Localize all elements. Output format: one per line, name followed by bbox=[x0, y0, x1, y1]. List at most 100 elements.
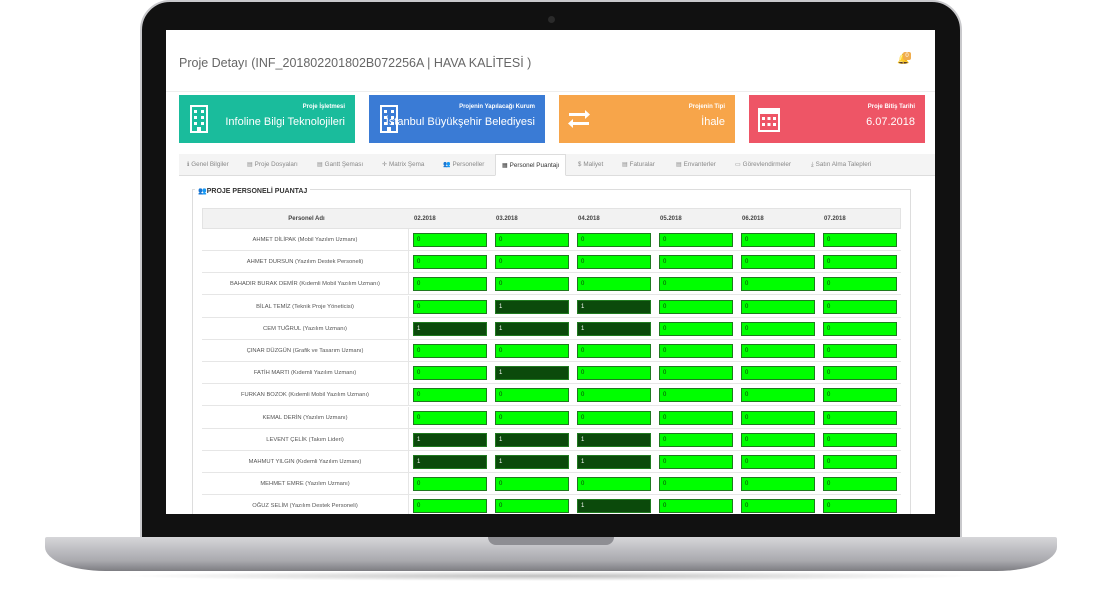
puantaj-cell[interactable]: 1 bbox=[495, 455, 569, 469]
puantaj-cell[interactable]: 0 bbox=[823, 366, 897, 381]
puantaj-cell[interactable]: 0 bbox=[413, 255, 487, 270]
puantaj-cell[interactable]: 0 bbox=[741, 233, 815, 247]
puantaj-cell[interactable]: 0 bbox=[413, 477, 487, 492]
tab-matrix-sema[interactable]: ✛ Matrix Şema bbox=[382, 154, 424, 176]
puantaj-cell[interactable]: 0 bbox=[741, 321, 815, 336]
puantaj-cell[interactable]: 0 bbox=[823, 455, 897, 469]
puantaj-cell[interactable]: 0 bbox=[577, 277, 651, 292]
puantaj-cell[interactable]: 1 bbox=[495, 321, 569, 336]
puantaj-cell[interactable]: 1 bbox=[577, 321, 651, 336]
file-icon: ▤ bbox=[247, 162, 253, 168]
puantaj-cell[interactable]: 0 bbox=[577, 477, 651, 492]
puantaj-cell[interactable]: 0 bbox=[659, 499, 733, 514]
exchange-icon bbox=[568, 110, 590, 128]
puantaj-cell[interactable]: 0 bbox=[823, 432, 897, 447]
tab-gorevlendirmeler[interactable]: ▭ Görevlendirmeler bbox=[735, 154, 791, 176]
table-row: MEHMET EMRE (Yazılım Uzmanı) 0 0 0 0 0 0 bbox=[202, 473, 901, 496]
puantaj-cell[interactable]: 1 bbox=[495, 432, 569, 447]
puantaj-cell[interactable]: 0 bbox=[495, 277, 569, 292]
puantaj-cell[interactable]: 0 bbox=[823, 277, 897, 292]
puantaj-cell[interactable]: 0 bbox=[659, 277, 733, 292]
tab-proje-dosyalari[interactable]: ▤ Proje Dosyaları bbox=[247, 154, 298, 176]
tab-faturalar[interactable]: ▤ Faturalar bbox=[622, 154, 655, 176]
puantaj-cell[interactable]: 0 bbox=[741, 344, 815, 358]
puantaj-cell[interactable]: 0 bbox=[741, 410, 815, 425]
puantaj-cell[interactable]: 1 bbox=[577, 499, 651, 514]
puantaj-cell[interactable]: 0 bbox=[659, 366, 733, 381]
puantaj-cell[interactable]: 0 bbox=[659, 344, 733, 358]
puantaj-cell[interactable]: 0 bbox=[741, 388, 815, 403]
puantaj-cell[interactable]: 0 bbox=[495, 388, 569, 403]
puantaj-cell[interactable]: 0 bbox=[659, 455, 733, 469]
table-row: BİLAL TEMİZ (Teknik Proje Yöneticisi) 0 1 1… bbox=[202, 295, 901, 318]
puantaj-cell[interactable]: 0 bbox=[413, 366, 487, 381]
puantaj-cell[interactable]: 0 bbox=[659, 410, 733, 425]
puantaj-cell[interactable]: 0 bbox=[413, 233, 487, 247]
puantaj-cell[interactable]: 0 bbox=[659, 321, 733, 336]
puantaj-cell[interactable]: 0 bbox=[413, 299, 487, 314]
personnel-name: BAHADIR BURAK DEMİR (Kıdemli Mobil Yazıl… bbox=[202, 273, 409, 296]
puantaj-cell[interactable]: 0 bbox=[823, 321, 897, 336]
tab-personel-puantaji[interactable]: ▦ Personel Puantajı bbox=[495, 154, 567, 176]
puantaj-cell[interactable]: 0 bbox=[495, 233, 569, 247]
puantaj-cell[interactable]: 0 bbox=[823, 499, 897, 514]
puantaj-cell[interactable]: 0 bbox=[741, 455, 815, 469]
puantaj-cell[interactable]: 0 bbox=[495, 410, 569, 425]
puantaj-cell[interactable]: 1 bbox=[495, 366, 569, 381]
puantaj-cell[interactable]: 0 bbox=[741, 432, 815, 447]
puantaj-cell[interactable]: 0 bbox=[659, 299, 733, 314]
puantaj-cell[interactable]: 1 bbox=[577, 455, 651, 469]
puantaj-cell[interactable]: 0 bbox=[659, 432, 733, 447]
puantaj-cell[interactable]: 1 bbox=[413, 455, 487, 469]
card-label: Proje Bitiş Tarihi bbox=[867, 104, 915, 110]
puantaj-cell[interactable]: 0 bbox=[577, 255, 651, 270]
tab-label: Matrix Şema bbox=[389, 161, 425, 168]
puantaj-cell[interactable]: 0 bbox=[741, 299, 815, 314]
puantaj-cell[interactable]: 0 bbox=[823, 477, 897, 492]
puantaj-cell[interactable]: 1 bbox=[413, 321, 487, 336]
puantaj-cell[interactable]: 1 bbox=[495, 299, 569, 314]
tab-envanterler[interactable]: ▤ Envanterler bbox=[676, 154, 716, 176]
puantaj-cell[interactable]: 0 bbox=[413, 388, 487, 403]
puantaj-cell[interactable]: 0 bbox=[577, 344, 651, 358]
puantaj-cell[interactable]: 0 bbox=[659, 388, 733, 403]
puantaj-cell[interactable]: 0 bbox=[495, 255, 569, 270]
puantaj-cell[interactable]: 0 bbox=[577, 366, 651, 381]
puantaj-cell[interactable]: 0 bbox=[823, 233, 897, 247]
puantaj-cell[interactable]: 0 bbox=[577, 410, 651, 425]
puantaj-cell[interactable]: 0 bbox=[495, 477, 569, 492]
puantaj-cell[interactable]: 0 bbox=[823, 255, 897, 270]
tab-genel-bilgiler[interactable]: ℹ Genel Bilgiler bbox=[187, 154, 229, 176]
puantaj-cell[interactable]: 0 bbox=[741, 499, 815, 514]
tab-gantt-semasi[interactable]: ▤ Gantt Şeması bbox=[317, 154, 363, 176]
puantaj-cell[interactable]: 0 bbox=[413, 499, 487, 514]
puantaj-cell[interactable]: 0 bbox=[577, 388, 651, 403]
puantaj-cell[interactable]: 1 bbox=[577, 432, 651, 447]
puantaj-cell[interactable]: 0 bbox=[413, 277, 487, 292]
puantaj-cell[interactable]: 0 bbox=[577, 233, 651, 247]
tab-satin-alma-talepleri[interactable]: ⤓ Satın Alma Talepleri bbox=[811, 154, 871, 176]
puantaj-cell[interactable]: 0 bbox=[741, 366, 815, 381]
puantaj-cell[interactable]: 0 bbox=[495, 344, 569, 358]
puantaj-cell[interactable]: 0 bbox=[495, 499, 569, 514]
tab-personeller[interactable]: 👥 Personeller bbox=[443, 154, 484, 176]
personnel-name: ÇINAR DÜZGÜN (Grafik ve Tasarım Uzmanı) bbox=[202, 340, 409, 362]
puantaj-cell[interactable]: 0 bbox=[659, 255, 733, 270]
puantaj-cell[interactable]: 0 bbox=[413, 410, 487, 425]
puantaj-cell[interactable]: 0 bbox=[659, 477, 733, 492]
puantaj-cell[interactable]: 1 bbox=[413, 432, 487, 447]
puantaj-cell[interactable]: 0 bbox=[659, 233, 733, 247]
puantaj-cell[interactable]: 0 bbox=[823, 344, 897, 358]
puantaj-cell[interactable]: 0 bbox=[741, 255, 815, 270]
puantaj-cell[interactable]: 1 bbox=[577, 299, 651, 314]
puantaj-cell[interactable]: 0 bbox=[823, 410, 897, 425]
puantaj-cell[interactable]: 0 bbox=[823, 388, 897, 403]
puantaj-cell[interactable]: 0 bbox=[741, 277, 815, 292]
puantaj-cell[interactable]: 0 bbox=[741, 477, 815, 492]
card-value: İhale bbox=[701, 116, 725, 128]
tab-maliyet[interactable]: $ Maliyet bbox=[578, 154, 603, 176]
tab-label: Satın Alma Talepleri bbox=[815, 161, 872, 168]
puantaj-cell[interactable]: 0 bbox=[823, 299, 897, 314]
users-icon: 👥 bbox=[443, 162, 451, 168]
puantaj-cell[interactable]: 0 bbox=[413, 344, 487, 358]
